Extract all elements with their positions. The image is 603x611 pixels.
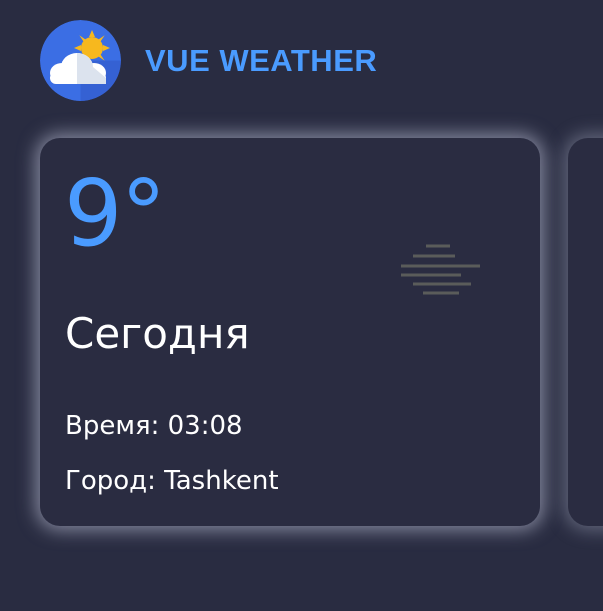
cloud-sun-icon bbox=[40, 20, 121, 101]
fog-icon bbox=[401, 244, 480, 295]
app-header: VUE WEATHER bbox=[40, 20, 377, 101]
day-label: Сегодня bbox=[65, 309, 250, 358]
app-title: VUE WEATHER bbox=[145, 42, 378, 78]
weather-card: 9° Сегодня Время: 03:08 Город: Tashkent bbox=[40, 138, 540, 526]
city-line: Город: Tashkent bbox=[65, 466, 279, 496]
next-weather-card-edge bbox=[568, 138, 603, 526]
time-line: Время: 03:08 bbox=[65, 411, 243, 441]
temperature-value: 9° bbox=[64, 160, 167, 267]
